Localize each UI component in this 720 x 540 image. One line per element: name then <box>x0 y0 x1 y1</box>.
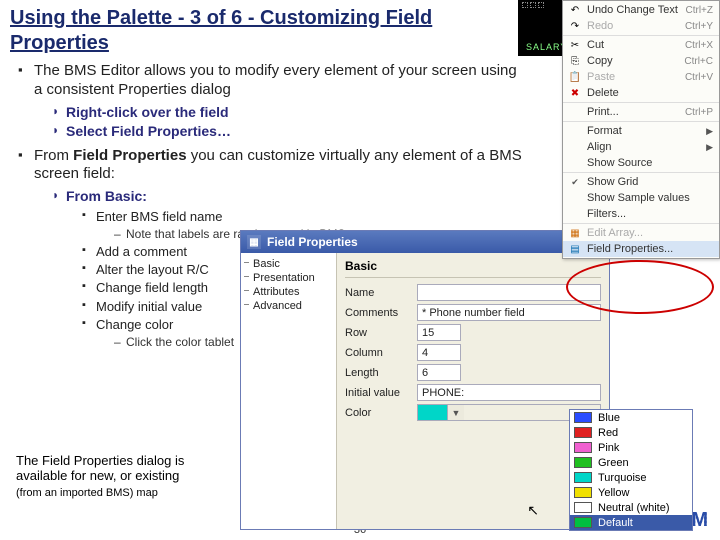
menu-filters[interactable]: Filters... <box>563 206 719 222</box>
delete-icon: ✖ <box>567 86 583 100</box>
undo-icon: ↶ <box>567 3 583 17</box>
page-title: Using the Palette - 3 of 6 - Customizing… <box>10 6 530 56</box>
redo-icon: ↷ <box>567 19 583 33</box>
context-menu: ↶Undo Change TextCtrl+Z ↷RedoCtrl+Y ✂Cut… <box>562 0 720 259</box>
menu-edit-array[interactable]: ▦Edit Array... <box>563 225 719 241</box>
category-tree: Basic Presentation Attributes Advanced <box>241 253 337 529</box>
chevron-right-icon: ▶ <box>706 142 713 153</box>
paste-icon: 📋 <box>567 70 583 84</box>
color-option-default[interactable]: Default <box>570 515 692 530</box>
color-option-blue[interactable]: Blue <box>570 410 692 425</box>
name-field[interactable] <box>417 284 601 301</box>
copy-icon: ⎘ <box>567 54 583 68</box>
color-dropdown: Blue Red Pink Green Turquoise Yellow Neu… <box>569 409 693 531</box>
menu-paste[interactable]: 📋PasteCtrl+V <box>563 69 719 85</box>
dialog-titlebar[interactable]: ▦ Field Properties <box>241 231 609 253</box>
menu-show-grid[interactable]: Show Grid <box>563 174 719 190</box>
print-icon <box>567 105 583 119</box>
row-field[interactable]: 15 <box>417 324 461 341</box>
color-option-pink[interactable]: Pink <box>570 440 692 455</box>
field-properties-dialog: ▦ Field Properties Basic Presentation At… <box>240 230 610 530</box>
menu-show-sample[interactable]: Show Sample values <box>563 190 719 206</box>
chevron-down-icon[interactable]: ▼ <box>448 405 464 420</box>
color-swatch <box>418 405 448 420</box>
array-icon: ▦ <box>567 226 583 240</box>
menu-delete[interactable]: ✖Delete <box>563 85 719 101</box>
menu-undo[interactable]: ↶Undo Change TextCtrl+Z <box>563 2 719 18</box>
check-icon <box>567 175 583 189</box>
chevron-right-icon: ▶ <box>706 126 713 137</box>
cursor-icon: ↖ <box>527 502 539 519</box>
menu-cut[interactable]: ✂CutCtrl+X <box>563 37 719 53</box>
comments-field[interactable]: * Phone number field <box>417 304 601 321</box>
color-option-yellow[interactable]: Yellow <box>570 485 692 500</box>
label-row: Row <box>345 327 417 339</box>
label-init: Initial value <box>345 387 417 399</box>
column-field[interactable]: 4 <box>417 344 461 361</box>
menu-align[interactable]: Align▶ <box>563 139 719 155</box>
label-column: Column <box>345 347 417 359</box>
menu-redo[interactable]: ↷RedoCtrl+Y <box>563 18 719 34</box>
color-option-turquoise[interactable]: Turquoise <box>570 470 692 485</box>
menu-copy[interactable]: ⎘CopyCtrl+C <box>563 53 719 69</box>
bullet-select-fp: Select Field Properties… <box>52 123 528 141</box>
bullet-rightclick: Right-click over the field <box>52 104 528 122</box>
label-comments: Comments <box>345 307 417 319</box>
label-color: Color <box>345 407 417 419</box>
closing-text: The Field Properties dialog is available… <box>16 453 226 500</box>
color-option-neutral[interactable]: Neutral (white) <box>570 500 692 515</box>
tree-basic[interactable]: Basic <box>243 257 334 271</box>
properties-icon: ▤ <box>567 242 583 256</box>
section-title: Basic <box>345 259 601 273</box>
tree-presentation[interactable]: Presentation <box>243 271 334 285</box>
label-length: Length <box>345 367 417 379</box>
color-option-green[interactable]: Green <box>570 455 692 470</box>
tree-advanced[interactable]: Advanced <box>243 299 334 313</box>
menu-show-source[interactable]: Show Source <box>563 155 719 171</box>
color-option-red[interactable]: Red <box>570 425 692 440</box>
dialog-title: Field Properties <box>267 235 358 249</box>
label-name: Name <box>345 287 417 299</box>
menu-format[interactable]: Format▶ <box>563 123 719 139</box>
length-field[interactable]: 6 <box>417 364 461 381</box>
menu-field-properties[interactable]: ▤Field Properties... <box>563 241 719 257</box>
tree-attributes[interactable]: Attributes <box>243 285 334 299</box>
cut-icon: ✂ <box>567 38 583 52</box>
bullet-intro: The BMS Editor allows you to modify ever… <box>18 62 528 141</box>
initial-value-field[interactable]: PHONE: <box>417 384 601 401</box>
dialog-icon: ▦ <box>247 235 261 249</box>
menu-print[interactable]: Print...Ctrl+P <box>563 104 719 120</box>
